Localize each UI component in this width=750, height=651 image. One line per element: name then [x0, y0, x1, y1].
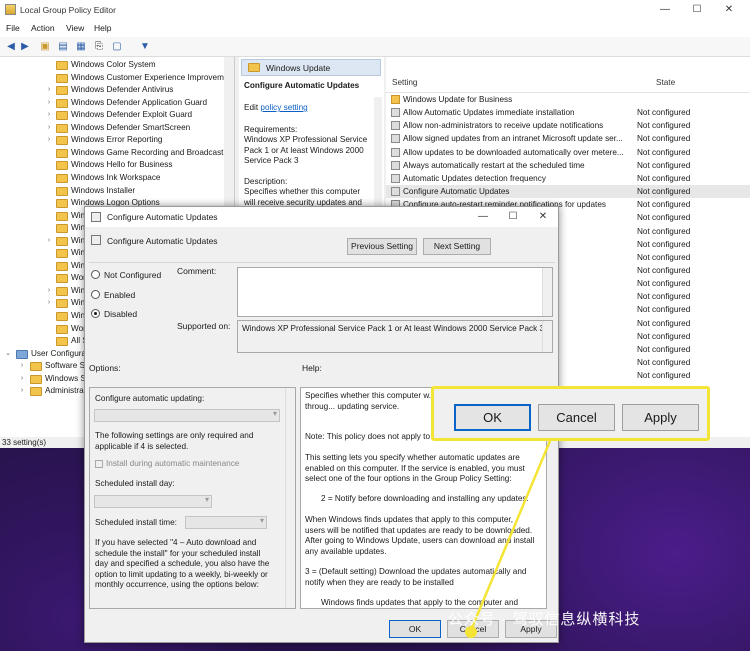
zoomed-ok-button[interactable]: OK: [454, 404, 531, 431]
zoomed-buttons-callout: OK Cancel Apply: [431, 386, 710, 441]
zoomed-cancel-button[interactable]: Cancel: [538, 404, 615, 431]
zoomed-apply-button[interactable]: Apply: [622, 404, 699, 431]
callout-connector: [469, 440, 552, 631]
callout-line: [469, 440, 552, 631]
watermark: 公众号 · 驾驭信息纵横科技: [448, 611, 641, 628]
